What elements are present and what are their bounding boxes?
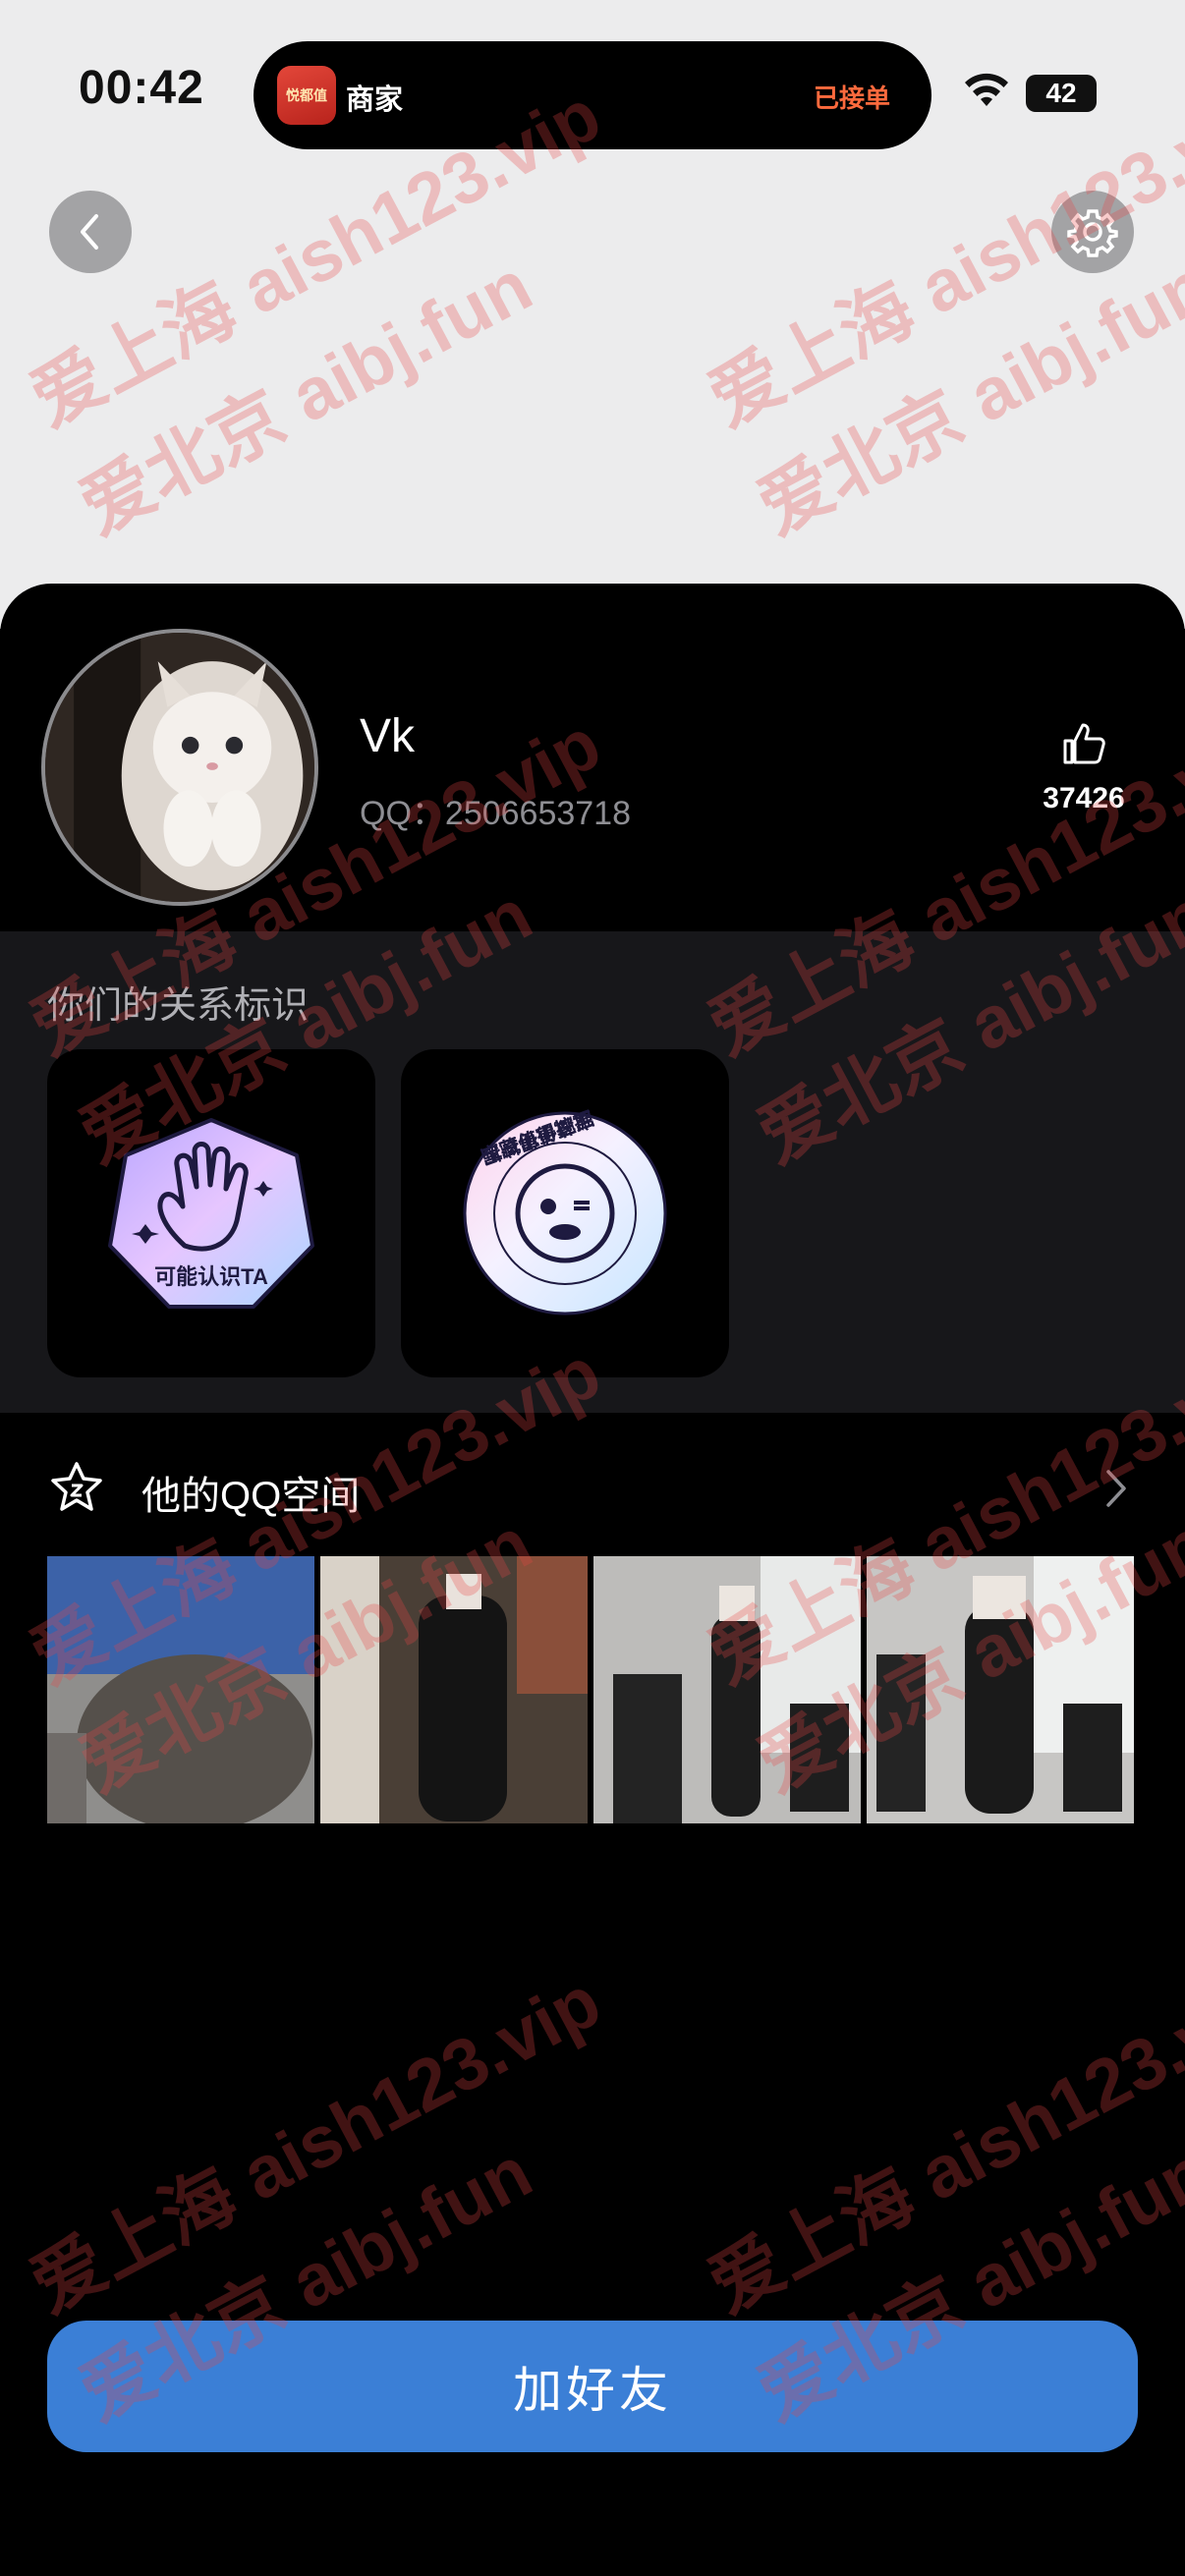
chevron-left-icon [81,214,98,250]
photo-thumbnail [320,1556,588,1823]
battery-indicator: 42 [1026,75,1097,112]
qq-number: QQ：2506653718 [360,786,631,834]
back-button[interactable] [49,191,132,273]
photo-thumbnail [593,1556,861,1823]
relationship-title: 你们的关系标识 [47,985,310,1027]
qq-profile-page: 00:42 悦都值 商家 已接单 42 Vk QQ：2506653718 374… [0,0,1185,2576]
photo-thumbnail [47,1556,314,1823]
qzone-photo[interactable] [867,1556,1134,1823]
island-title: 商家 [346,84,404,116]
qq-label: QQ： [360,795,445,832]
add-friend-button[interactable]: 加好友 [47,2321,1138,2452]
profile-name: Vk [360,710,416,762]
qzone-photo[interactable] [320,1556,588,1823]
smiley-seal-badge-icon: 宝藏值得挖掘 宝藏值得挖掘 [463,1106,667,1316]
thumbs-up-icon[interactable] [1061,721,1106,766]
wifi-icon [965,73,1008,106]
photo-thumbnail [867,1556,1134,1823]
badge-may-know-label: 可能认识TA [154,1264,268,1289]
chevron-right-icon[interactable] [1099,1466,1134,1511]
status-time: 00:42 [79,62,204,114]
avatar[interactable] [41,629,318,906]
waving-hand-badge-icon [108,1118,314,1309]
settings-button[interactable] [1051,191,1134,273]
avatar-cat-image [45,633,314,902]
badge-treasure[interactable]: 宝藏值得挖掘 宝藏值得挖掘 [401,1049,729,1377]
qzone-photo[interactable] [593,1556,861,1823]
merchant-app-icon: 悦都值 [277,66,336,125]
qzone-title[interactable]: 他的QQ空间 [141,1464,360,1521]
dynamic-island-notification[interactable]: 悦都值 商家 已接单 [254,41,931,149]
like-count: 37426 [1043,782,1125,814]
island-status: 已接单 [813,84,890,113]
star-icon [51,1462,102,1511]
badge-may-know[interactable] [47,1049,375,1377]
gear-icon [1067,209,1118,257]
qq-number-value: 2506653718 [444,795,631,832]
qzone-photo[interactable] [47,1556,314,1823]
